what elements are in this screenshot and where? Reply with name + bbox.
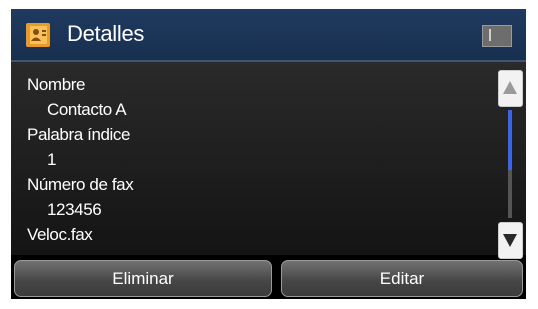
delete-button[interactable]: Eliminar: [14, 260, 272, 297]
detail-value-index: 1: [47, 150, 57, 169]
edit-button[interactable]: Editar: [281, 260, 523, 297]
title-bar: Detalles: [11, 9, 526, 62]
scroll-down-arrow-icon[interactable]: [498, 222, 523, 259]
printer-lcd-screen: Detalles Nombre Contacto A Palabra índic…: [11, 9, 526, 299]
details-panel: Nombre Contacto A Palabra índice 1 Númer…: [11, 62, 526, 259]
scroll-up-arrow-icon[interactable]: [498, 70, 523, 107]
detail-label-name: Nombre: [27, 75, 86, 94]
detail-value-fax-number: 123456: [47, 200, 102, 219]
contact-book-icon: [26, 23, 50, 47]
detail-label-index: Palabra índice: [27, 125, 131, 144]
detail-label-fax-speed: Veloc.fax: [27, 225, 93, 244]
detail-label-fax-number: Número de fax: [27, 175, 134, 194]
scrollbar-track[interactable]: [508, 110, 512, 218]
status-indicator-icon: [482, 25, 512, 47]
scrollbar-thumb[interactable]: [508, 110, 512, 170]
page-title: Detalles: [67, 21, 145, 46]
details-list: Nombre Contacto A Palabra índice 1 Númer…: [27, 72, 134, 247]
detail-value-name: Contacto A: [47, 100, 127, 119]
